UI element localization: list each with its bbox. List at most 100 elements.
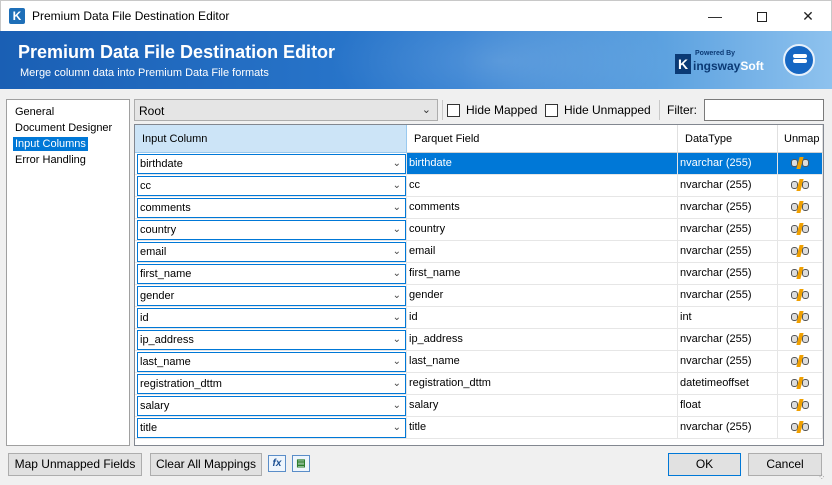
- maximize-button[interactable]: [739, 1, 785, 31]
- app-icon: K: [9, 8, 25, 24]
- sidebar-item-general[interactable]: General: [13, 105, 56, 119]
- unmap-icon[interactable]: [791, 179, 809, 192]
- table-row[interactable]: last_name ⌄ last_name nvarchar (255): [135, 351, 823, 373]
- chevron-down-icon: ⌄: [392, 312, 401, 323]
- input-column-dropdown[interactable]: gender ⌄: [137, 286, 406, 306]
- chevron-down-icon: ⌄: [392, 356, 401, 367]
- unmap-cell: [778, 197, 823, 219]
- chevron-down-icon: ⌄: [392, 422, 401, 433]
- table-row[interactable]: id ⌄ id int: [135, 307, 823, 329]
- column-header-unmap[interactable]: Unmap: [778, 125, 823, 153]
- input-column-cell: salary ⌄: [135, 395, 407, 417]
- input-column-dropdown[interactable]: comments ⌄: [137, 198, 406, 218]
- parquet-field-cell: cc: [407, 175, 678, 197]
- chevron-down-icon: ⌄: [392, 334, 401, 345]
- table-row[interactable]: registration_dttm ⌄ registration_dttm datet…: [135, 373, 823, 395]
- hide-mapped-checkbox[interactable]: [447, 104, 460, 117]
- unmap-icon[interactable]: [791, 333, 809, 346]
- datatype-cell: nvarchar (255): [678, 329, 778, 351]
- parquet-field-cell: comments: [407, 197, 678, 219]
- close-button[interactable]: ✕: [785, 1, 831, 31]
- datatype-cell: nvarchar (255): [678, 351, 778, 373]
- grid-export-icon[interactable]: ▤: [292, 455, 310, 472]
- table-row[interactable]: email ⌄ email nvarchar (255): [135, 241, 823, 263]
- table-row[interactable]: comments ⌄ comments nvarchar (255): [135, 197, 823, 219]
- banner-title: Premium Data File Destination Editor: [18, 42, 336, 62]
- mapping-grid: Input Column Parquet Field DataType Unma…: [134, 124, 824, 446]
- resize-grip-icon[interactable]: ⁘: [818, 472, 830, 484]
- hide-mapped-label: Hide Mapped: [466, 103, 538, 117]
- unmap-icon[interactable]: [791, 223, 809, 236]
- unmap-icon[interactable]: [791, 377, 809, 390]
- datatype-cell: nvarchar (255): [678, 285, 778, 307]
- table-row[interactable]: first_name ⌄ first_name nvarchar (255): [135, 263, 823, 285]
- filter-input[interactable]: [704, 99, 824, 121]
- input-column-cell: birthdate ⌄: [135, 153, 407, 175]
- unmap-icon[interactable]: [791, 245, 809, 258]
- input-column-dropdown[interactable]: cc ⌄: [137, 176, 406, 196]
- ok-button[interactable]: OK: [668, 453, 741, 476]
- table-row[interactable]: salary ⌄ salary float: [135, 395, 823, 417]
- input-column-dropdown[interactable]: last_name ⌄: [137, 352, 406, 372]
- unmap-icon[interactable]: [791, 399, 809, 412]
- input-column-dropdown[interactable]: title ⌄: [137, 418, 406, 438]
- sidebar-item-input-columns[interactable]: Input Columns: [13, 137, 88, 151]
- unmap-icon[interactable]: [791, 421, 809, 434]
- logo-k-icon: K: [675, 54, 691, 74]
- unmap-cell: [778, 307, 823, 329]
- input-column-cell: title ⌄: [135, 417, 407, 439]
- sidebar-item-document-designer[interactable]: Document Designer: [13, 121, 114, 135]
- logo-name: ingswaySoft: [693, 59, 764, 73]
- table-row[interactable]: title ⌄ title nvarchar (255): [135, 417, 823, 439]
- divider: [659, 100, 660, 120]
- chevron-down-icon: ⌄: [392, 224, 401, 235]
- logo-name-a: ingsway: [693, 59, 741, 73]
- map-unmapped-button[interactable]: Map Unmapped Fields: [8, 453, 142, 476]
- minimize-button[interactable]: —: [692, 1, 738, 31]
- column-header-input[interactable]: Input Column: [135, 125, 407, 153]
- unmap-icon[interactable]: [791, 311, 809, 324]
- clear-all-mappings-button[interactable]: Clear All Mappings: [150, 453, 262, 476]
- database-icon: [783, 44, 815, 76]
- logo-name-b: Soft: [740, 59, 764, 73]
- column-header-parquet[interactable]: Parquet Field: [407, 125, 678, 153]
- input-column-value: birthdate: [140, 158, 183, 170]
- unmap-icon[interactable]: [791, 201, 809, 214]
- input-column-value: registration_dttm: [140, 378, 222, 390]
- root-dropdown-value: Root: [139, 104, 165, 118]
- input-column-dropdown[interactable]: country ⌄: [137, 220, 406, 240]
- input-column-value: salary: [140, 400, 170, 412]
- unmap-icon[interactable]: [791, 157, 809, 170]
- input-column-dropdown[interactable]: birthdate ⌄: [137, 154, 406, 174]
- chevron-down-icon: ⌄: [392, 158, 401, 169]
- sidebar-item-error-handling[interactable]: Error Handling: [13, 153, 88, 167]
- unmap-icon[interactable]: [791, 355, 809, 368]
- table-row[interactable]: country ⌄ country nvarchar (255): [135, 219, 823, 241]
- cancel-button[interactable]: Cancel: [748, 453, 822, 476]
- table-row[interactable]: cc ⌄ cc nvarchar (255): [135, 175, 823, 197]
- divider: [442, 100, 443, 120]
- table-row[interactable]: ip_address ⌄ ip_address nvarchar (255): [135, 329, 823, 351]
- input-column-dropdown[interactable]: id ⌄: [137, 308, 406, 328]
- input-column-dropdown[interactable]: registration_dttm ⌄: [137, 374, 406, 394]
- unmap-cell: [778, 351, 823, 373]
- table-row[interactable]: birthdate ⌄ birthdate nvarchar (255): [135, 153, 823, 175]
- unmap-icon[interactable]: [791, 289, 809, 302]
- unmap-cell: [778, 417, 823, 439]
- expression-icon[interactable]: fx: [268, 455, 286, 472]
- input-column-dropdown[interactable]: first_name ⌄: [137, 264, 406, 284]
- input-column-dropdown[interactable]: email ⌄: [137, 242, 406, 262]
- column-header-datatype[interactable]: DataType: [678, 125, 778, 153]
- unmap-cell: [778, 241, 823, 263]
- datatype-cell: nvarchar (255): [678, 197, 778, 219]
- input-column-dropdown[interactable]: salary ⌄: [137, 396, 406, 416]
- unmap-cell: [778, 395, 823, 417]
- table-row[interactable]: gender ⌄ gender nvarchar (255): [135, 285, 823, 307]
- hide-unmapped-checkbox[interactable]: [545, 104, 558, 117]
- root-dropdown[interactable]: Root ⌄: [134, 99, 438, 121]
- input-column-dropdown[interactable]: ip_address ⌄: [137, 330, 406, 350]
- sidebar-nav: General Document Designer Input Columns …: [6, 99, 130, 446]
- unmap-icon[interactable]: [791, 267, 809, 280]
- parquet-field-cell: registration_dttm: [407, 373, 678, 395]
- input-column-value: first_name: [140, 268, 192, 280]
